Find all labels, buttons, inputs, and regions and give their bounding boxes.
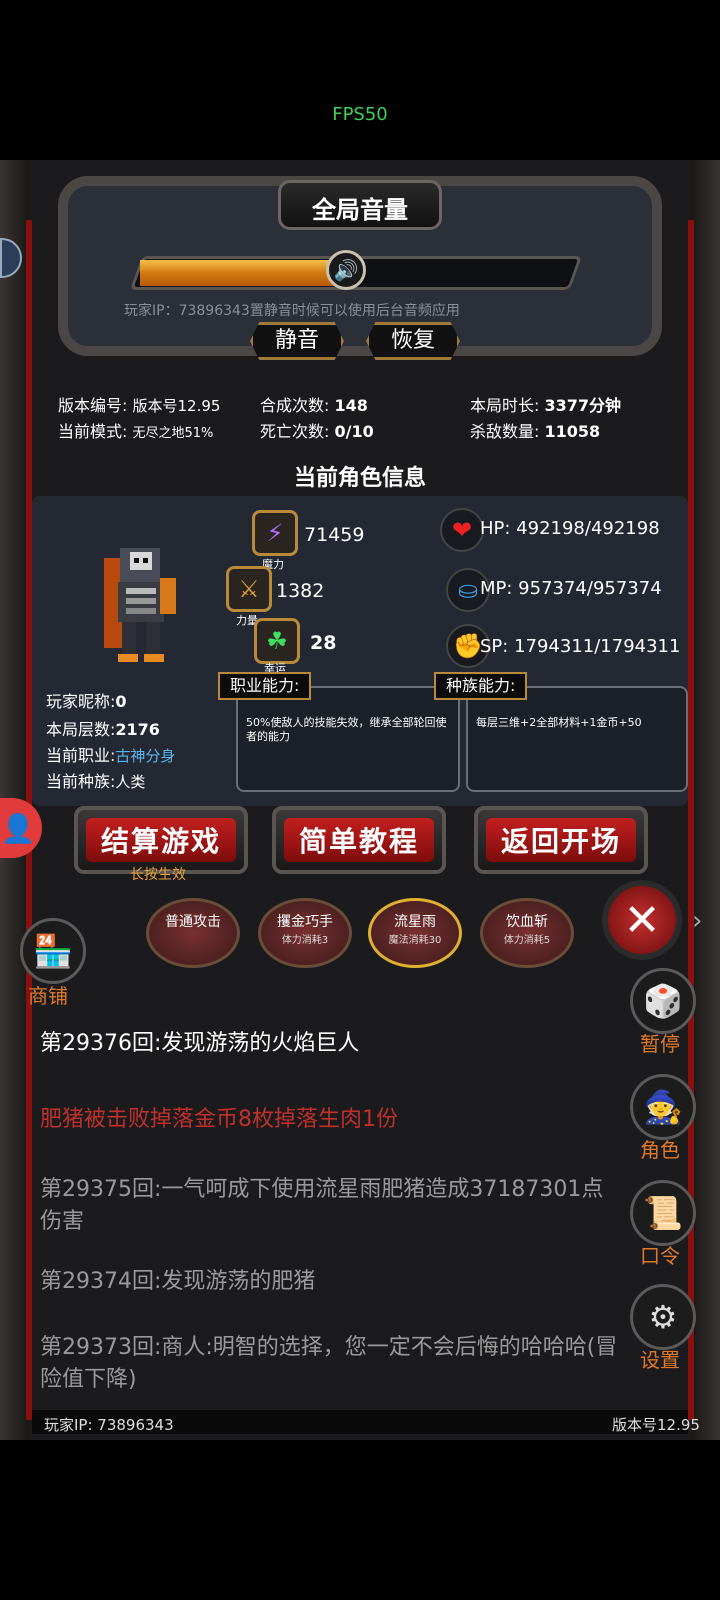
compose-label: 合成次数: bbox=[260, 396, 330, 415]
footer-version: 版本号12.95 bbox=[612, 1416, 700, 1434]
close-button[interactable]: ✕ bbox=[602, 880, 682, 960]
code-label: 口令 bbox=[640, 1244, 680, 1268]
frame-right-red-trim bbox=[688, 220, 694, 1420]
hooded-figure-icon: 🧙 bbox=[643, 1088, 683, 1126]
luck-icon: ☘ bbox=[254, 618, 300, 664]
role-label: 角色 bbox=[640, 1138, 680, 1162]
mode-label: 当前模式: bbox=[58, 422, 128, 441]
race-label: 当前种族: bbox=[46, 772, 116, 791]
role-button[interactable]: 🧙 bbox=[630, 1074, 696, 1140]
pause-label: 暂停 bbox=[640, 1032, 680, 1056]
kills-value: 11058 bbox=[544, 422, 601, 441]
nickname-value: 0 bbox=[115, 692, 127, 711]
log-entry: 第29373回:商人:明智的选择，您一定不会后悔的哈哈哈(冒险值下降) bbox=[40, 1335, 618, 1392]
volume-note: 玩家IP：73896343置静音时候可以使用后台音频应用 bbox=[124, 303, 460, 319]
pause-button[interactable]: 🎲 bbox=[630, 968, 696, 1034]
skill-cost: 体力消耗3 bbox=[281, 935, 329, 946]
volume-title: 全局音量 bbox=[312, 196, 408, 224]
gear-icon: ⚙ bbox=[648, 1298, 678, 1336]
skill-meteor-rain[interactable]: 流星雨魔法消耗30 bbox=[368, 898, 462, 968]
shop-label: 商铺 bbox=[28, 984, 68, 1008]
mute-button[interactable]: 静音 bbox=[250, 322, 344, 360]
footer-ip: 玩家IP: 73896343 bbox=[44, 1416, 174, 1434]
return-label: 返回开场 bbox=[486, 818, 636, 862]
frame-right-border bbox=[692, 160, 720, 1440]
dice-icon: 🎲 bbox=[643, 982, 683, 1020]
skill-blood-slash[interactable]: 饮血斩体力消耗5 bbox=[480, 898, 574, 968]
version-label: 版本编号: bbox=[58, 396, 128, 415]
log-entry: 第29375回:一气呵成下使用流星雨肥猪造成37187301点伤害 bbox=[40, 1177, 604, 1234]
compose-stat: 合成次数: 148 bbox=[260, 392, 368, 416]
shop-icon: 🏪 bbox=[33, 932, 73, 970]
job-ability-box: 50%使敌人的技能失效，继承全部轮回使者的能力 bbox=[236, 686, 460, 792]
nickname-label: 玩家昵称: bbox=[46, 692, 116, 711]
luck-value: 28 bbox=[310, 632, 337, 654]
return-button[interactable]: 返回开场 bbox=[474, 806, 648, 874]
character-section-title: 当前角色信息 bbox=[293, 466, 426, 491]
log-entry: 肥猪被击败掉落金币8枚掉落生肉1份 bbox=[40, 1107, 398, 1132]
mode-value: 无尽之地51% bbox=[132, 426, 214, 441]
skill-name: 攫金巧手 bbox=[277, 914, 333, 930]
character-sprite bbox=[104, 548, 176, 662]
version-stat: 版本编号: 版本号12.95 bbox=[58, 392, 220, 416]
restore-button[interactable]: 恢复 bbox=[366, 322, 460, 360]
mode-stat: 当前模式: 无尽之地51% bbox=[58, 418, 213, 442]
compose-value: 148 bbox=[334, 396, 368, 415]
magic-value: 71459 bbox=[304, 524, 365, 546]
log-entry: 第29374回:发现游荡的肥猪 bbox=[40, 1269, 316, 1294]
settings-label: 设置 bbox=[640, 1348, 680, 1372]
code-button[interactable]: 📜 bbox=[630, 1180, 696, 1246]
tutorial-button[interactable]: 简单教程 bbox=[272, 806, 446, 874]
chevron-right-icon[interactable]: › bbox=[692, 906, 702, 936]
strength-value: 1382 bbox=[276, 580, 325, 602]
log-entry: 第29376回:发现游荡的火焰巨人 bbox=[40, 1031, 360, 1056]
volume-slider-knob[interactable]: 🔊 bbox=[326, 250, 366, 290]
race-value: 人类 bbox=[115, 773, 146, 791]
race-ability-box: 每层三维+2全部材料+1金币+50 bbox=[466, 686, 688, 792]
sp-text: SP: 1794311/1794311 bbox=[480, 636, 681, 657]
death-stat: 死亡次数: 0/10 bbox=[260, 418, 374, 442]
scroll-icon: 📜 bbox=[643, 1194, 683, 1232]
kills-stat: 杀敌数量: 11058 bbox=[470, 418, 600, 442]
close-icon: ✕ bbox=[623, 894, 661, 946]
shop-button[interactable]: 🏪 bbox=[20, 918, 86, 984]
skill-name: 流星雨 bbox=[394, 914, 436, 930]
job-ability-tag: 职业能力: bbox=[218, 672, 312, 700]
nickname-row: 玩家昵称:0 bbox=[46, 688, 127, 712]
version-value: 版本号12.95 bbox=[132, 397, 221, 415]
skill-gold-grab[interactable]: 攫金巧手体力消耗3 bbox=[258, 898, 352, 968]
heart-icon: ❤ bbox=[440, 508, 484, 552]
fps-counter: FPS50 bbox=[332, 104, 388, 125]
volume-slider-fill bbox=[140, 260, 346, 286]
speaker-icon: 🔊 bbox=[333, 258, 359, 282]
floors-value: 2176 bbox=[115, 720, 160, 739]
job-value: 古神分身 bbox=[115, 747, 176, 765]
death-value: 0/10 bbox=[334, 422, 374, 441]
job-row: 当前职业:古神分身 bbox=[46, 742, 175, 766]
duration-value: 3377分钟 bbox=[544, 396, 622, 415]
death-label: 死亡次数: bbox=[260, 422, 330, 441]
skill-cost: 体力消耗5 bbox=[503, 935, 551, 946]
magic-icon: ⚡ bbox=[252, 510, 298, 556]
floors-label: 本局层数: bbox=[46, 720, 116, 739]
settings-button[interactable]: ⚙ bbox=[630, 1284, 696, 1350]
tutorial-label: 简单教程 bbox=[284, 818, 434, 862]
mp-text: MP: 957374/957374 bbox=[480, 578, 662, 599]
duration-label: 本局时长: bbox=[470, 396, 540, 415]
skill-normal-attack[interactable]: 普通攻击 bbox=[146, 898, 240, 968]
strength-icon: ⚔ bbox=[226, 566, 272, 612]
skill-name: 普通攻击 bbox=[165, 914, 221, 930]
hp-text: HP: 492198/492198 bbox=[480, 518, 660, 539]
settle-hint: 长按生效 bbox=[130, 867, 186, 883]
skill-name: 饮血斩 bbox=[506, 914, 548, 930]
user-icon: 👤 bbox=[0, 811, 36, 845]
job-label: 当前职业: bbox=[46, 746, 116, 765]
settle-game-label: 结算游戏 bbox=[86, 818, 236, 862]
skill-cost: 魔法消耗30 bbox=[388, 935, 442, 946]
duration-stat: 本局时长: 3377分钟 bbox=[470, 392, 621, 416]
kills-label: 杀敌数量: bbox=[470, 422, 540, 441]
floors-row: 本局层数:2176 bbox=[46, 716, 160, 740]
race-row: 当前种族:人类 bbox=[46, 768, 145, 792]
race-ability-tag: 种族能力: bbox=[434, 672, 528, 700]
